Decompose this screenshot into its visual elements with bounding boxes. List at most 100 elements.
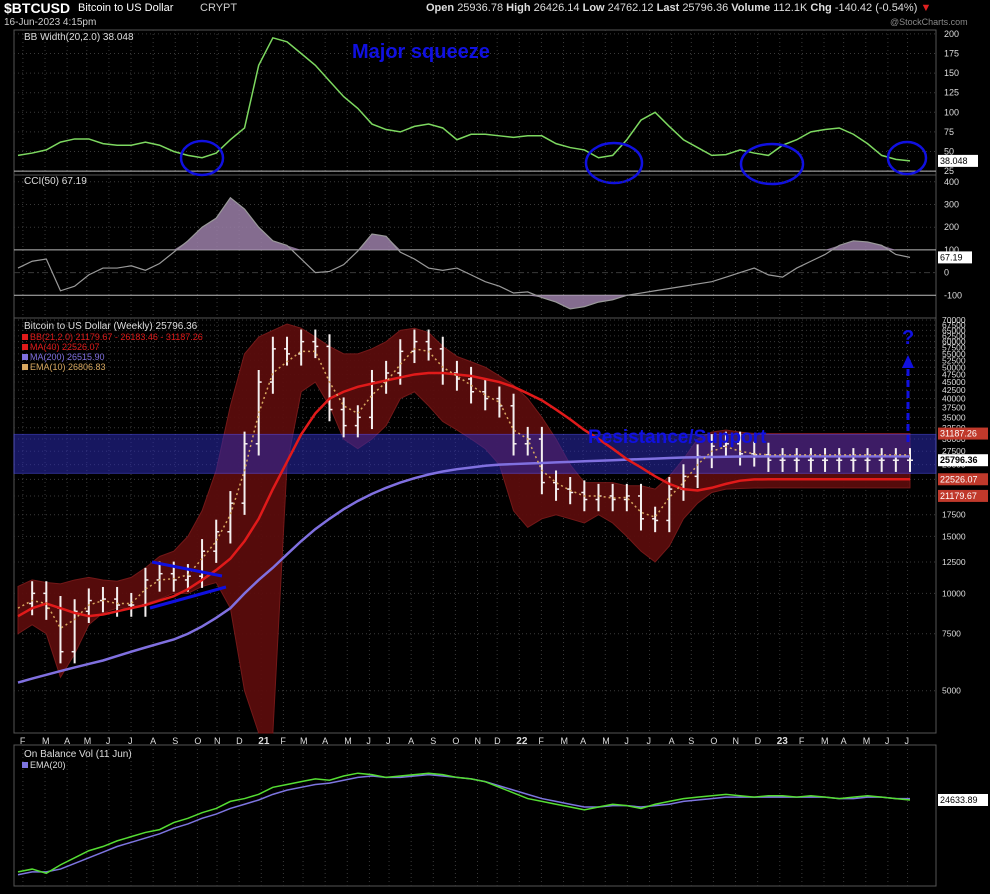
price-axis-label: 25796.36 xyxy=(940,455,978,465)
y-tick-label: 300 xyxy=(944,200,959,210)
x-tick-label: M xyxy=(602,736,610,746)
x-tick-label: M xyxy=(344,736,352,746)
y-tick-label: 37500 xyxy=(942,403,966,413)
x-tick-label: N xyxy=(214,736,221,746)
x-tick-label: J xyxy=(905,736,910,746)
y-tick-label: -100 xyxy=(944,290,962,300)
x-tick-label: A xyxy=(150,736,156,746)
y-tick-label: 40000 xyxy=(942,394,966,404)
x-tick-label: A xyxy=(841,736,847,746)
y-tick-label: 200 xyxy=(944,29,959,39)
squeeze-circle xyxy=(584,141,644,185)
x-tick-label: J xyxy=(885,736,890,746)
obv-last-value: 24633.89 xyxy=(940,795,978,805)
y-tick-label: 150 xyxy=(944,68,959,78)
y-tick-label: 400 xyxy=(944,177,959,187)
x-tick-label: J xyxy=(624,736,629,746)
x-tick-label: J xyxy=(128,736,133,746)
x-tick-label: 23 xyxy=(777,736,789,747)
legend-swatch xyxy=(22,364,28,370)
x-tick-label: 22 xyxy=(516,736,528,747)
cci-legend: CCI(50) 67.19 xyxy=(24,176,87,187)
y-tick-label: 15000 xyxy=(942,531,966,541)
x-tick-label: M xyxy=(42,736,50,746)
x-tick-label: F xyxy=(799,736,805,746)
x-tick-label: F xyxy=(538,736,544,746)
x-tick-label: D xyxy=(236,736,243,746)
price-legend-entry: BB(21,2.0) 21179.67 - 26183.46 - 31187.2… xyxy=(30,332,203,342)
x-tick-label: N xyxy=(475,736,482,746)
y-tick-label: 35000 xyxy=(942,412,966,422)
x-tick-label: M xyxy=(821,736,829,746)
bb-width-legend: BB Width(20,2.0) 38.048 xyxy=(24,32,134,43)
squeeze-circle xyxy=(739,142,805,186)
x-tick-label: F xyxy=(280,736,286,746)
y-tick-label: 7500 xyxy=(942,629,961,639)
obv-ema-legend: EMA(20) xyxy=(30,760,66,770)
question-mark-annotation: ? xyxy=(902,327,914,349)
y-tick-label: 0 xyxy=(944,268,949,278)
y-tick-label: 12500 xyxy=(942,557,966,567)
y-tick-label: 175 xyxy=(944,49,959,59)
price-legend-entry: EMA(10) 26806.83 xyxy=(30,362,106,372)
y-tick-label: 70000 xyxy=(942,315,966,325)
panel-frame-obv xyxy=(13,744,937,887)
x-tick-label: J xyxy=(366,736,371,746)
bollinger-band xyxy=(17,323,911,734)
x-tick-label: F xyxy=(20,736,26,746)
price-legend-entry: MA(200) 26515.90 xyxy=(30,352,105,362)
x-tick-label: M xyxy=(863,736,871,746)
x-tick-label: S xyxy=(172,736,178,746)
y-tick-label: 125 xyxy=(944,88,959,98)
x-tick-label: M xyxy=(84,736,92,746)
legend-swatch xyxy=(22,334,28,340)
legend-swatch xyxy=(22,344,28,350)
x-tick-label: N xyxy=(733,736,740,746)
projection-arrow-head xyxy=(902,355,914,368)
legend-swatch xyxy=(22,354,28,360)
x-tick-label: A xyxy=(669,736,675,746)
x-tick-label: J xyxy=(647,736,652,746)
cci-line xyxy=(17,196,911,310)
legend-swatch xyxy=(22,762,28,768)
obv-ema-line xyxy=(17,773,910,876)
x-tick-label: S xyxy=(688,736,694,746)
y-tick-label: 25 xyxy=(944,166,954,176)
bb-last-value: 38.048 xyxy=(940,156,968,166)
x-tick-label: A xyxy=(64,736,70,746)
x-tick-label: J xyxy=(106,736,111,746)
x-tick-label: M xyxy=(561,736,569,746)
cci-last-value: 67.19 xyxy=(940,252,963,262)
x-tick-label: D xyxy=(755,736,762,746)
stock-chart: F M A M J J A S O N D 21 F M A M J J A S O N D 22 F M A M J J A S O N D 23 F… xyxy=(13,29,988,887)
y-tick-label: 100 xyxy=(944,107,959,117)
price-axis-label: 21179.67 xyxy=(940,491,977,501)
price-title: Bitcoin to US Dollar (Weekly) 25796.36 xyxy=(24,321,198,332)
y-tick-label: 5000 xyxy=(942,686,961,696)
y-tick-label: 10000 xyxy=(942,588,966,598)
resistance-support-annotation: Resistance/Support xyxy=(588,427,767,448)
x-tick-label: O xyxy=(194,736,201,746)
x-tick-label: S xyxy=(430,736,436,746)
x-tick-label: M xyxy=(300,736,308,746)
y-tick-label: 17500 xyxy=(942,510,966,520)
x-tick-label: A xyxy=(580,736,586,746)
x-tick-label: D xyxy=(494,736,501,746)
cci-overbought-fill xyxy=(18,197,910,250)
y-tick-label: 75 xyxy=(944,127,954,137)
obv-line xyxy=(17,772,911,875)
price-legend-entry: MA(40) 22526.07 xyxy=(30,342,100,352)
panel-frame-cci xyxy=(13,174,937,319)
x-tick-label: O xyxy=(710,736,717,746)
major-squeeze-annotation: Major squeeze xyxy=(352,41,490,63)
y-tick-label: 200 xyxy=(944,222,959,232)
cci-oversold-fill xyxy=(18,295,910,309)
x-tick-label: A xyxy=(322,736,328,746)
obv-legend: On Balance Vol (11 Jun) xyxy=(24,749,132,760)
x-tick-label: O xyxy=(452,736,459,746)
x-tick-label: J xyxy=(386,736,391,746)
price-axis-label: 22526.07 xyxy=(940,474,978,484)
x-tick-label: A xyxy=(408,736,414,746)
x-tick-label: 21 xyxy=(258,736,270,747)
price-axis-label: 31187.26 xyxy=(940,429,977,439)
